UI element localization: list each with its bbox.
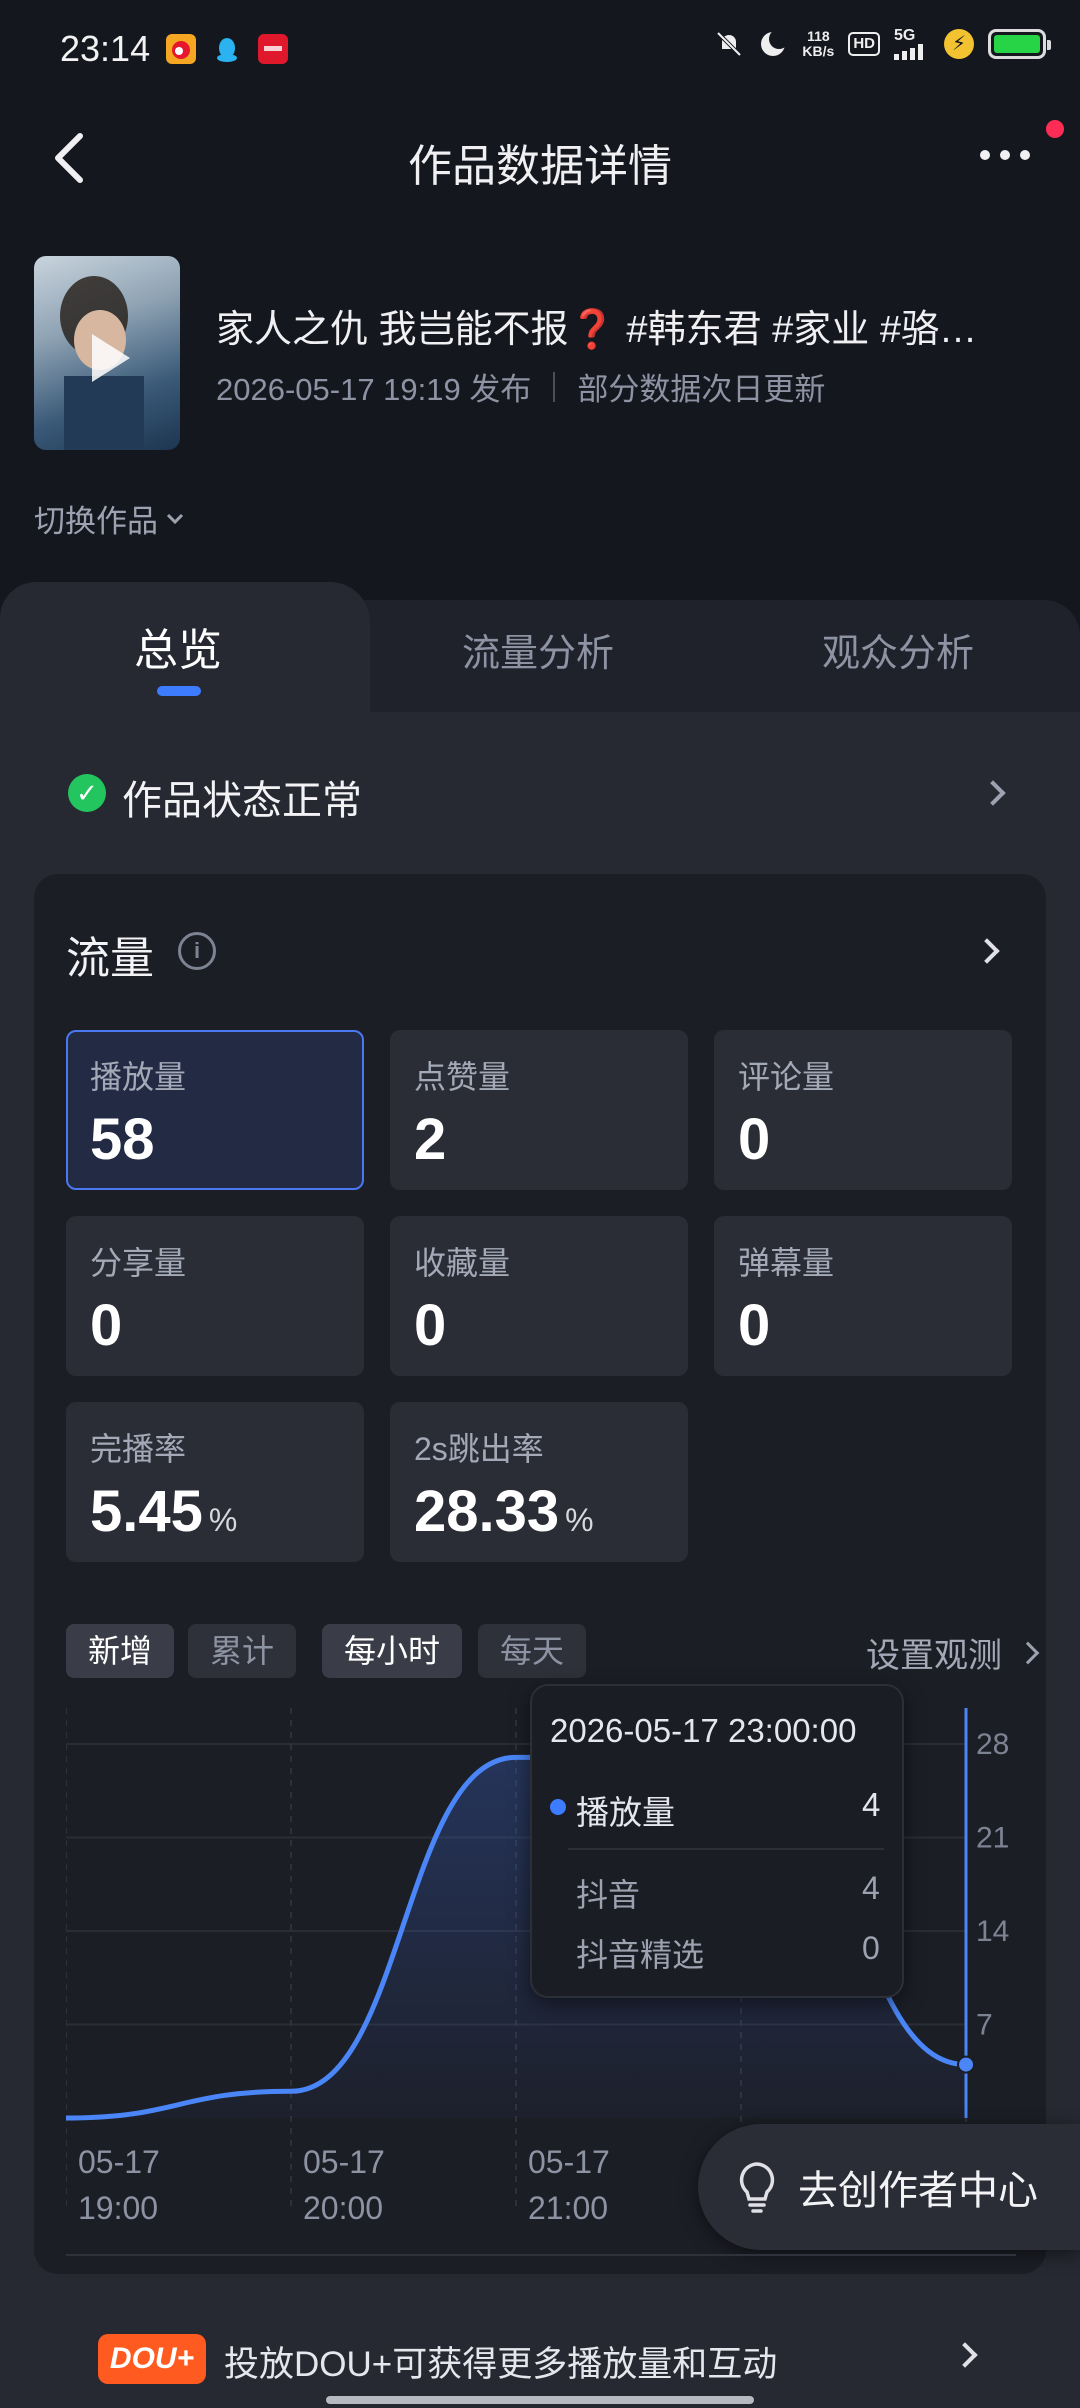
work-meta: 2026-05-17 19:19 发布 部分数据次日更新 [216, 364, 825, 409]
news-app-icon [258, 34, 288, 64]
x-tick-label: 19:00 [78, 2190, 158, 2226]
metric-value: 2 [414, 1107, 447, 1172]
chevron-down-icon [166, 513, 184, 524]
x-tick-label: 21:00 [528, 2190, 608, 2226]
metric-value: 0 [738, 1293, 771, 1358]
tooltip-sub-label: 抖音精选 [576, 1937, 705, 1973]
x-tick-label: 20:00 [303, 2190, 383, 2226]
metric-label: 评论量 [738, 1059, 835, 1095]
metric-card-plays[interactable]: 播放量 58 [66, 1030, 364, 1190]
qq-icon [212, 34, 242, 64]
creator-center-label: 去创作者中心 [798, 2169, 1038, 2213]
metric-label: 完播率 [90, 1431, 187, 1467]
tooltip-time: 2026-05-17 23:00:00 [550, 1712, 857, 1749]
status-right-group: 118 KB/s HD 5G ⚡ [714, 28, 1051, 60]
metric-card-bounce-rate[interactable]: 2s跳出率 28.33% [390, 1402, 688, 1562]
y-tick-label: 21 [976, 1822, 1009, 1855]
info-icon[interactable]: i [178, 932, 216, 970]
metric-label: 播放量 [90, 1059, 187, 1095]
metric-card-completion-rate[interactable]: 完播率 5.45% [66, 1402, 364, 1562]
metric-value: 5.45% [90, 1479, 238, 1544]
filter-cumulative-chip[interactable]: 累计 [188, 1624, 297, 1678]
network-speed: 118 KB/s [802, 28, 835, 59]
metric-value: 0 [90, 1293, 123, 1358]
dou-plus-promo-text[interactable]: 投放DOU+可获得更多播放量和互动 [224, 2336, 777, 2387]
divider [553, 371, 556, 402]
x-tick-label: 05-17 [303, 2144, 385, 2180]
notification-dot [1046, 120, 1064, 138]
filter-new-chip[interactable]: 新增 [66, 1624, 175, 1678]
chart-cursor-dot [957, 2055, 975, 2074]
x-tick-label: 05-17 [528, 2144, 610, 2180]
metric-card-danmaku[interactable]: 弹幕量 0 [714, 1216, 1012, 1376]
switch-work-button[interactable]: 切换作品 [34, 496, 186, 541]
charging-icon: ⚡ [944, 29, 974, 59]
switch-work-label: 切换作品 [34, 504, 158, 539]
page-title: 作品数据详情 [408, 142, 672, 191]
publish-time: 2026-05-17 19:19 发布 [216, 372, 532, 407]
tab-traffic-analysis[interactable]: 流量分析 [462, 622, 614, 677]
metric-label: 分享量 [90, 1245, 187, 1281]
y-tick-label: 7 [976, 2009, 993, 2042]
series-dot [550, 1799, 566, 1815]
check-circle-icon: ✓ [68, 774, 106, 812]
promo-divider [66, 2254, 1016, 2256]
tooltip-sub-value: 0 [862, 1930, 880, 1966]
filter-hourly-chip[interactable]: 每小时 [322, 1624, 463, 1678]
metric-label: 2s跳出率 [414, 1431, 544, 1467]
home-indicator[interactable] [326, 2396, 754, 2404]
weibo-icon [166, 34, 196, 64]
metric-card-likes[interactable]: 点赞量 2 [390, 1030, 688, 1190]
metric-card-shares[interactable]: 分享量 0 [66, 1216, 364, 1376]
metric-value: 0 [738, 1107, 771, 1172]
battery-icon [988, 29, 1051, 59]
work-status-text[interactable]: 作品状态正常 [122, 768, 362, 826]
metric-unit: % [208, 1502, 238, 1538]
metric-value: 28.33% [414, 1479, 594, 1544]
metric-card-comments[interactable]: 评论量 0 [714, 1030, 1012, 1190]
metric-value: 0 [414, 1293, 447, 1358]
hd-badge: HD [848, 32, 880, 56]
tooltip-sub-value: 4 [862, 1870, 880, 1906]
tooltip-sub-label: 抖音 [576, 1877, 641, 1913]
play-icon [92, 334, 130, 382]
metric-label: 收藏量 [414, 1245, 511, 1281]
dou-plus-logo: DOU+ [98, 2334, 206, 2384]
metric-value: 58 [90, 1107, 155, 1172]
metric-card-favorites[interactable]: 收藏量 0 [390, 1216, 688, 1376]
tooltip-series-label: 播放量 [576, 1794, 675, 1831]
moon-icon [761, 29, 789, 56]
video-thumbnail[interactable] [34, 256, 180, 450]
traffic-title: 流量 [66, 934, 154, 983]
work-title: 家人之仇 我岂能不报❓ #韩东君 #家业 #骆… [216, 309, 977, 351]
metric-label: 点赞量 [414, 1059, 511, 1095]
lightbulb-icon [739, 2162, 775, 2213]
tab-overview[interactable]: 总览 [134, 614, 222, 678]
mute-bell-icon [717, 31, 742, 57]
tab-audience-analysis[interactable]: 观众分析 [822, 622, 974, 677]
tooltip-divider [568, 1848, 884, 1850]
chevron-right-icon [1016, 1641, 1040, 1664]
more-icon[interactable] [980, 140, 1030, 170]
status-time: 23:14 [60, 28, 151, 69]
x-tick-label: 05-17 [78, 2144, 160, 2180]
y-tick-label: 28 [976, 1728, 1009, 1761]
tab-active-indicator [157, 686, 201, 696]
tooltip-series-value: 4 [862, 1786, 881, 1823]
set-observe-label: 设置观测 [866, 1637, 1002, 1675]
creator-center-button[interactable]: 去创作者中心 [698, 2124, 1080, 2250]
y-tick-label: 14 [976, 1915, 1009, 1948]
set-observe-button[interactable]: 设置观测 [866, 1628, 1040, 1677]
filter-daily-chip[interactable]: 每天 [478, 1624, 587, 1678]
metric-label: 弹幕量 [738, 1245, 835, 1281]
metric-unit: % [565, 1502, 594, 1538]
signal-icon: 5G [894, 28, 930, 60]
update-note: 部分数据次日更新 [577, 372, 826, 407]
